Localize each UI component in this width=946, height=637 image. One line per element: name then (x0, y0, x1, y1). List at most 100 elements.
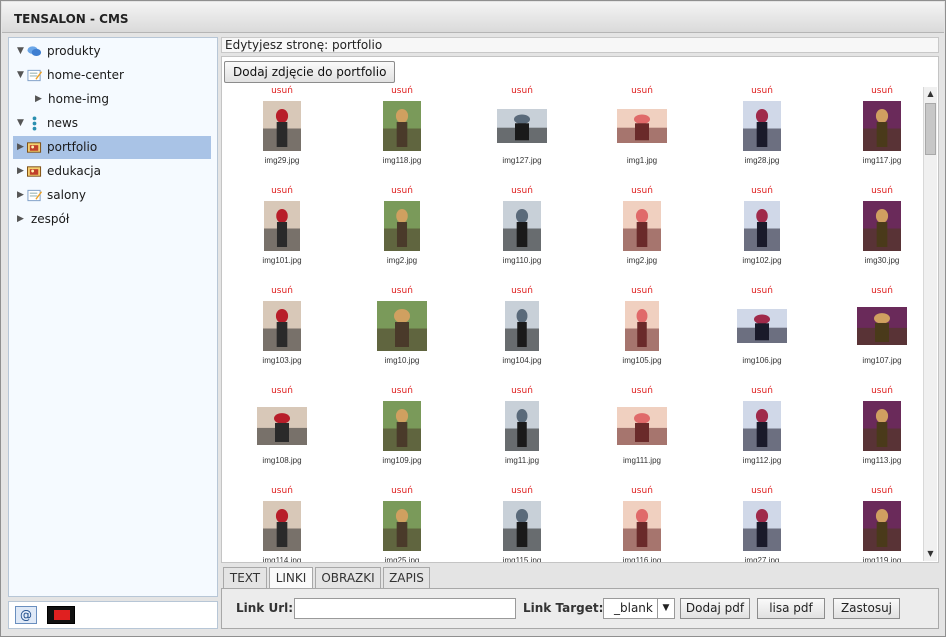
image-thumbnail[interactable] (743, 101, 781, 151)
image-thumbnail[interactable] (383, 401, 421, 451)
tab-text[interactable]: TEXT (223, 567, 267, 588)
image-cell: usuń img117.jpg (822, 83, 938, 183)
delete-image-link[interactable]: usuń (582, 385, 702, 397)
tab-linki[interactable]: LINKI (269, 567, 313, 589)
image-thumbnail[interactable] (623, 501, 661, 551)
image-thumbnail[interactable] (384, 201, 420, 251)
delete-image-link[interactable]: usuń (822, 285, 938, 297)
expand-arrow-icon[interactable]: ▶ (17, 208, 27, 231)
record-button[interactable] (47, 606, 75, 624)
link-url-input[interactable] (294, 598, 516, 619)
delete-image-link[interactable]: usuń (822, 85, 938, 97)
tree-item-edukacja[interactable]: ▶ edukacja (13, 160, 211, 183)
image-thumbnail[interactable] (377, 301, 427, 351)
delete-image-link[interactable]: usuń (222, 285, 342, 297)
expand-arrow-icon[interactable]: ▼ (17, 64, 27, 87)
link-target-select[interactable]: _blank ▼ (603, 598, 675, 619)
delete-image-link[interactable]: usuń (342, 385, 462, 397)
image-thumbnail[interactable] (617, 407, 667, 445)
delete-image-link[interactable]: usuń (342, 485, 462, 497)
delete-image-link[interactable]: usuń (702, 485, 822, 497)
image-cell: usuń img10.jpg (342, 283, 462, 383)
delete-image-link[interactable]: usuń (702, 385, 822, 397)
delete-image-link[interactable]: usuń (462, 185, 582, 197)
delete-image-link[interactable]: usuń (222, 85, 342, 97)
tab-obrazki[interactable]: OBRAZKI (315, 567, 381, 588)
image-thumbnail[interactable] (257, 407, 307, 445)
delete-image-link[interactable]: usuń (582, 185, 702, 197)
scroll-thumb[interactable] (925, 103, 936, 155)
delete-image-link[interactable]: usuń (462, 385, 582, 397)
delete-image-link[interactable]: usuń (702, 85, 822, 97)
image-thumbnail[interactable] (623, 201, 661, 251)
image-thumbnail[interactable] (497, 109, 547, 143)
delete-image-link[interactable]: usuń (462, 485, 582, 497)
apply-button[interactable]: Zastosuj (833, 598, 900, 619)
expand-arrow-icon[interactable]: ▼ (17, 112, 27, 135)
image-thumbnail[interactable] (863, 201, 901, 251)
tree-item-produkty[interactable]: ▼ produkty (13, 40, 211, 63)
add-photo-button[interactable]: Dodaj zdjęcie do portfolio (224, 61, 396, 83)
delete-image-link[interactable]: usuń (702, 185, 822, 197)
image-thumbnail[interactable] (383, 101, 421, 151)
expand-arrow-icon[interactable]: ▼ (17, 40, 27, 63)
delete-image-link[interactable]: usuń (822, 385, 938, 397)
image-thumbnail[interactable] (503, 501, 541, 551)
email-button[interactable]: @ (15, 606, 37, 624)
tree-item-news[interactable]: ▼ news (13, 112, 211, 135)
tree-item-zespol[interactable]: ▶ zespół (13, 208, 211, 231)
image-thumbnail[interactable] (743, 501, 781, 551)
expand-arrow-icon[interactable]: ▶ (35, 88, 45, 111)
delete-image-link[interactable]: usuń (582, 285, 702, 297)
delete-image-link[interactable]: usuń (702, 285, 822, 297)
image-filename: img1.jpg (626, 156, 658, 165)
image-thumbnail[interactable] (263, 501, 301, 551)
image-thumbnail[interactable] (503, 201, 541, 251)
image-filename: img29.jpg (264, 156, 300, 165)
expand-arrow-icon[interactable]: ▶ (17, 184, 27, 207)
expand-arrow-icon[interactable]: ▶ (17, 136, 27, 159)
image-thumbnail[interactable] (505, 401, 539, 451)
image-thumbnail[interactable] (744, 201, 780, 251)
image-thumbnail[interactable] (625, 301, 659, 351)
tree-item-portfolio[interactable]: ▶ portfolio (13, 136, 211, 159)
delete-image-link[interactable]: usuń (822, 485, 938, 497)
delete-image-link[interactable]: usuń (462, 285, 582, 297)
image-thumbnail[interactable] (383, 501, 421, 551)
image-thumbnail[interactable] (863, 401, 901, 451)
image-thumbnail[interactable] (264, 201, 300, 251)
expand-arrow-icon[interactable]: ▶ (17, 160, 27, 183)
image-thumbnail[interactable] (505, 301, 539, 351)
image-thumbnail[interactable] (863, 101, 901, 151)
image-filename: img115.jpg (502, 556, 542, 563)
tree-item-salony[interactable]: ▶ salony (13, 184, 211, 207)
tree-item-label: news (47, 116, 79, 130)
scroll-down-arrow-icon[interactable]: ▼ (924, 547, 937, 561)
image-thumbnail[interactable] (263, 101, 301, 151)
image-thumbnail[interactable] (263, 301, 301, 351)
delete-image-link[interactable]: usuń (822, 185, 938, 197)
tree-item-home-center[interactable]: ▼ home-center (13, 64, 211, 87)
tab-zapis[interactable]: ZAPIS (383, 567, 430, 588)
image-thumbnail[interactable] (863, 501, 901, 551)
delete-image-link[interactable]: usuń (342, 185, 462, 197)
list-pdf-button[interactable]: lisa pdf (757, 598, 825, 619)
image-cell: usuń img112.jpg (702, 383, 822, 483)
image-thumbnail[interactable] (617, 109, 667, 143)
image-thumbnail[interactable] (737, 309, 787, 343)
image-thumbnail[interactable] (857, 307, 907, 345)
tree-item-home-img[interactable]: ▶ home-img (13, 88, 211, 111)
image-thumbnail[interactable] (743, 401, 781, 451)
delete-image-link[interactable]: usuń (222, 385, 342, 397)
scroll-up-arrow-icon[interactable]: ▲ (924, 87, 937, 101)
delete-image-link[interactable]: usuń (222, 485, 342, 497)
delete-image-link[interactable]: usuń (462, 85, 582, 97)
delete-image-link[interactable]: usuń (342, 85, 462, 97)
delete-image-link[interactable]: usuń (582, 485, 702, 497)
add-pdf-button[interactable]: Dodaj pdf (680, 598, 750, 619)
delete-image-link[interactable]: usuń (222, 185, 342, 197)
chat-icon (27, 46, 42, 56)
delete-image-link[interactable]: usuń (342, 285, 462, 297)
vertical-scrollbar[interactable]: ▲ ▼ (923, 87, 937, 561)
delete-image-link[interactable]: usuń (582, 85, 702, 97)
